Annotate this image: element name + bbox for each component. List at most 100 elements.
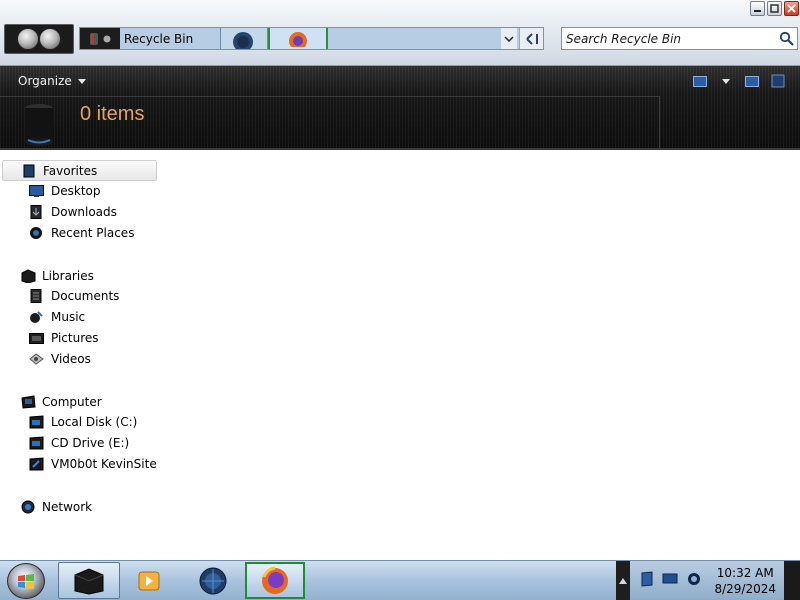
system-tray: 10:32 AM 8/29/2024 xyxy=(616,561,800,600)
nav-libraries[interactable]: Libraries xyxy=(2,265,157,286)
nav-item-pictures[interactable]: Pictures xyxy=(28,329,99,347)
computer-icon xyxy=(20,394,36,410)
firefox-icon xyxy=(262,566,288,594)
nav-item-label: VM0b0t KevinSite xyxy=(51,457,157,471)
nav-item-cd-drive[interactable]: CD Drive (E:) xyxy=(28,434,129,452)
network-drive-icon xyxy=(28,456,44,472)
search-icon[interactable] xyxy=(779,31,794,49)
desktop-icon xyxy=(28,183,44,199)
clock-time: 10:32 AM xyxy=(716,566,774,580)
maximize-button[interactable] xyxy=(767,1,782,16)
cd-drive-icon xyxy=(28,435,44,451)
nav-computer-label: Computer xyxy=(42,394,102,409)
recent-places-icon xyxy=(28,225,44,241)
chevron-right-icon xyxy=(103,35,110,42)
nav-item-local-disk[interactable]: Local Disk (C:) xyxy=(28,413,137,431)
globe-thumbnail-icon xyxy=(220,28,268,52)
refresh-button[interactable] xyxy=(519,28,543,49)
local-disk-icon xyxy=(28,414,44,430)
taskbar-browser-button[interactable] xyxy=(188,562,238,599)
action-center-icon[interactable] xyxy=(640,571,654,590)
nav-item-downloads[interactable]: Downloads xyxy=(28,203,117,221)
libraries-icon xyxy=(20,268,36,284)
minimize-button[interactable] xyxy=(750,1,765,16)
nav-item-label: Videos xyxy=(51,352,91,366)
nav-network[interactable]: Network xyxy=(2,496,157,517)
nav-item-desktop[interactable]: Desktop xyxy=(28,182,101,200)
show-desktop-button[interactable] xyxy=(784,561,800,600)
close-button[interactable] xyxy=(784,1,799,16)
forward-button[interactable] xyxy=(39,28,61,50)
nav-item-label: Documents xyxy=(51,289,120,303)
maximize-icon xyxy=(770,4,779,13)
nav-item-label: Pictures xyxy=(51,331,99,345)
nav-item-videos[interactable]: Videos xyxy=(28,350,91,368)
nav-item-network-drive[interactable]: VM0b0t KevinSite xyxy=(28,455,157,473)
videos-icon xyxy=(28,351,44,367)
nav-item-label: Local Disk (C:) xyxy=(51,415,138,429)
title-bar: Recycle Bin xyxy=(0,0,800,66)
clock[interactable]: 10:32 AM 8/29/2024 xyxy=(714,565,776,597)
address-bar[interactable]: Recycle Bin xyxy=(79,27,544,52)
preview-pane-icon[interactable] xyxy=(744,74,760,88)
address-text[interactable]: Recycle Bin xyxy=(124,32,193,46)
favorites-icon xyxy=(21,163,37,179)
help-icon[interactable] xyxy=(770,74,786,88)
back-button[interactable] xyxy=(17,28,39,50)
globe-icon xyxy=(199,567,227,594)
nav-item-label: CD Drive (E:) xyxy=(51,436,130,450)
clock-date: 8/29/2024 xyxy=(714,582,776,596)
window-controls xyxy=(750,1,799,16)
taskbar-media-player-button[interactable] xyxy=(124,562,174,599)
items-count: 0 items xyxy=(80,103,145,125)
recycle-bin-small-icon xyxy=(80,28,120,49)
pictures-icon xyxy=(28,330,44,346)
taskbar: 10:32 AM 8/29/2024 xyxy=(0,560,800,600)
organize-button[interactable]: Organize xyxy=(18,74,86,88)
windows-logo-icon xyxy=(7,563,45,599)
view-options-dropdown-icon[interactable] xyxy=(718,74,734,88)
nav-item-recent-places[interactable]: Recent Places xyxy=(28,224,134,242)
view-controls xyxy=(692,74,786,88)
nav-favorites[interactable]: Favorites xyxy=(2,160,157,181)
chevron-down-icon xyxy=(504,35,514,42)
search-box[interactable] xyxy=(561,27,798,50)
nav-item-label: Downloads xyxy=(51,205,117,219)
change-view-icon[interactable] xyxy=(692,74,708,88)
search-input[interactable] xyxy=(562,31,772,46)
nav-item-label: Desktop xyxy=(51,184,101,198)
nav-item-label: Music xyxy=(51,310,86,324)
nav-item-label: Recent Places xyxy=(51,226,135,240)
nav-item-music[interactable]: Music xyxy=(28,308,85,326)
network-status-icon[interactable] xyxy=(662,573,678,588)
network-icon xyxy=(20,499,36,515)
navigation-buttons xyxy=(4,24,74,54)
media-player-icon xyxy=(138,571,160,590)
nav-computer[interactable]: Computer xyxy=(2,391,157,412)
refresh-icon xyxy=(525,32,538,45)
close-icon xyxy=(787,4,796,13)
start-button[interactable] xyxy=(4,562,48,600)
taskbar-firefox-button[interactable] xyxy=(245,562,305,599)
chevron-down-icon xyxy=(77,78,86,84)
nav-libraries-label: Libraries xyxy=(42,268,94,283)
details-pane: 0 items xyxy=(0,96,660,148)
firefox-thumbnail-icon xyxy=(268,28,328,50)
volume-icon[interactable] xyxy=(686,571,702,590)
file-list-area[interactable] xyxy=(160,152,800,560)
chevron-up-icon xyxy=(619,577,627,584)
nav-item-documents[interactable]: Documents xyxy=(28,287,119,305)
navigation-pane: Favorites Desktop Downloads Recent Place… xyxy=(0,152,160,560)
taskbar-explorer-button[interactable] xyxy=(58,562,120,599)
documents-icon xyxy=(28,288,44,304)
downloads-icon xyxy=(28,204,44,220)
explorer-library-icon xyxy=(74,567,104,595)
nav-favorites-label: Favorites xyxy=(43,163,98,178)
music-icon xyxy=(28,309,44,325)
tray-icons xyxy=(640,571,702,590)
minimize-icon xyxy=(754,10,761,12)
organize-label: Organize xyxy=(18,74,72,88)
address-dropdown-button[interactable] xyxy=(501,28,517,49)
show-hidden-icons-button[interactable] xyxy=(616,561,630,600)
command-bar: Organize 0 items xyxy=(0,66,800,150)
